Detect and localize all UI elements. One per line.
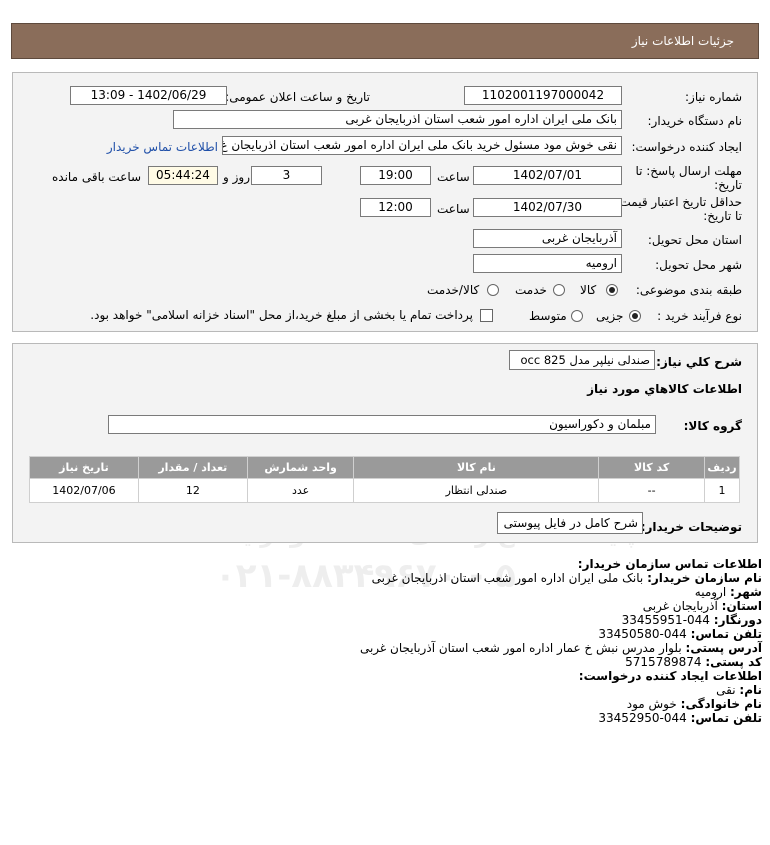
validity-label: حداقل تاریخ اعتبار قیمت: تا تاریخ: bbox=[615, 195, 742, 223]
process-option-minor: جزیی bbox=[596, 309, 624, 323]
process-option-medium: متوسط bbox=[529, 309, 567, 323]
remaining-time-label: ساعت باقی مانده bbox=[52, 170, 142, 184]
contact-fax-value: 044-33455951 bbox=[621, 613, 710, 627]
col-code: کد کالا bbox=[598, 456, 705, 479]
cell-qty: 12 bbox=[137, 478, 248, 503]
creator-phone-label: تلفن تماس: bbox=[690, 711, 762, 725]
contact-title: اطلاعات تماس سازمان خریدار: bbox=[577, 557, 762, 571]
creator-name-value: نقی bbox=[716, 683, 736, 697]
validity-date-field[interactable]: 1402/07/30 bbox=[473, 198, 622, 217]
buyer-notes-label: توضیحات خریدار: bbox=[640, 520, 742, 534]
category-radio-service[interactable] bbox=[553, 284, 565, 296]
contact-city-line: شهر: ارومیه bbox=[695, 585, 762, 599]
contact-province-line: استان: آذربایجان غربی bbox=[643, 599, 762, 613]
contact-province-value: آذربایجان غربی bbox=[642, 599, 718, 613]
contact-org-label: نام سازمان خریدار: bbox=[647, 571, 762, 585]
contact-postal-value: 5715789874 bbox=[625, 655, 702, 669]
contact-province-label: استان: bbox=[721, 599, 762, 613]
creator-family-line: نام خانوادگی: خوش مود bbox=[627, 697, 762, 711]
contact-phone-label: تلفن تماس: bbox=[690, 627, 762, 641]
cell-code: -- bbox=[598, 478, 705, 503]
contact-postal-line: کد پستی: 5715789874 bbox=[625, 655, 762, 669]
creator-name-label: نام: bbox=[739, 683, 762, 697]
creator-phone-value: 044-33452950 bbox=[598, 711, 687, 725]
deadline-time-field[interactable]: 19:00 bbox=[360, 166, 431, 185]
category-option-goods: کالا bbox=[580, 283, 597, 297]
table-row[interactable]: 1 -- صندلی انتظار عدد 12 1402/07/06 bbox=[29, 478, 741, 503]
process-radio-minor[interactable] bbox=[629, 310, 641, 322]
creator-family-label: نام خانوادگی: bbox=[680, 697, 762, 711]
category-label: طبقه بندی موضوعی: bbox=[635, 283, 742, 297]
goods-group-field[interactable]: مبلمان و دکوراسیون bbox=[108, 415, 656, 434]
contact-org-line: نام سازمان خریدار: بانک ملی ایران اداره … bbox=[372, 571, 762, 585]
col-qty: تعداد / مقدار bbox=[137, 456, 248, 479]
creator-family-value: خوش مود bbox=[626, 697, 677, 711]
category-option-goods-service: کالا/خدمت bbox=[427, 283, 480, 297]
announce-datetime-label: تاریخ و ساعت اعلان عمومی: bbox=[225, 90, 370, 104]
deadline-label: مهلت ارسال پاسخ: تا تاریخ: bbox=[635, 164, 742, 192]
validity-time-field[interactable]: 12:00 bbox=[360, 198, 431, 217]
contact-city-label: شهر: bbox=[730, 585, 762, 599]
delivery-province-field[interactable]: آذربایجان غربی bbox=[473, 229, 622, 248]
col-date: تاریخ نیاز bbox=[29, 456, 139, 479]
col-unit: واحد شمارش bbox=[246, 456, 355, 479]
deadline-days-label: روز و bbox=[223, 170, 250, 184]
category-option-service: خدمت bbox=[515, 283, 547, 297]
category-radio-goods-service[interactable] bbox=[487, 284, 499, 296]
contact-address-label: آدرس پستی: bbox=[685, 641, 762, 655]
remaining-time-field: 05:44:24 bbox=[148, 166, 218, 185]
cell-name: صندلی انتظار bbox=[353, 478, 600, 503]
treasury-docs-checkbox[interactable] bbox=[480, 309, 493, 322]
delivery-city-label: شهر محل تحویل: bbox=[655, 258, 742, 272]
contact-org-value: بانک ملی ایران اداره امور شعب استان اذرب… bbox=[371, 571, 644, 585]
contact-postal-label: کد پستی: bbox=[705, 655, 762, 669]
need-number-label: شماره نیاز: bbox=[685, 90, 742, 104]
announce-datetime-field[interactable]: 1402/06/29 - 13:09 bbox=[70, 86, 227, 105]
delivery-province-label: استان محل تحویل: bbox=[647, 233, 742, 247]
contact-fax-line: دورنگار: 044-33455951 bbox=[622, 613, 762, 627]
goods-table: ردیف کد کالا نام کالا واحد شمارش تعداد /… bbox=[29, 456, 741, 503]
page-title: جزئیات اطلاعات نیاز bbox=[631, 34, 734, 48]
requester-field[interactable]: نقی خوش مود مسئول خرید بانک ملی ایران اد… bbox=[222, 136, 622, 155]
col-row: ردیف bbox=[703, 456, 741, 479]
cell-date: 1402/07/06 bbox=[29, 478, 139, 503]
need-number-field[interactable]: 1102001197000042 bbox=[464, 86, 622, 105]
col-name: نام کالا bbox=[353, 456, 600, 479]
process-radio-medium[interactable] bbox=[571, 310, 583, 322]
contact-phone-line: تلفن تماس: 044-33450580 bbox=[598, 627, 762, 641]
contact-address-line: آدرس پستی: بلوار مدرس نبش خ عمار اداره ا… bbox=[360, 641, 762, 655]
summary-panel bbox=[12, 343, 758, 543]
cell-row: 1 bbox=[703, 478, 741, 503]
requester-label: ایجاد کننده درخواست: bbox=[631, 140, 742, 154]
goods-group-label: گروه کالا: bbox=[683, 419, 742, 433]
deadline-days-field[interactable]: 3 bbox=[251, 166, 322, 185]
treasury-docs-text: پرداخت تمام یا بخشی از مبلغ خرید،از محل … bbox=[90, 308, 473, 322]
contact-city-value: ارومیه bbox=[694, 585, 727, 599]
delivery-city-field[interactable]: ارومیه bbox=[473, 254, 622, 273]
deadline-time-label: ساعت bbox=[437, 170, 470, 184]
deadline-date-field[interactable]: 1402/07/01 bbox=[473, 166, 622, 185]
summary-field[interactable]: صندلی نیلپر مدل occ 825 bbox=[509, 350, 655, 370]
contact-fax-label: دورنگار: bbox=[713, 613, 762, 627]
validity-time-label: ساعت bbox=[437, 202, 470, 216]
creator-name-line: نام: نقی bbox=[716, 683, 762, 697]
page-header: جزئیات اطلاعات نیاز bbox=[11, 23, 759, 59]
goods-table-header: ردیف کد کالا نام کالا واحد شمارش تعداد /… bbox=[29, 456, 741, 479]
buyer-contact-link[interactable]: اطلاعات تماس خریدار bbox=[107, 140, 218, 154]
buyer-org-field[interactable]: بانک ملی ایران اداره امور شعب استان اذرب… bbox=[173, 110, 622, 129]
contact-address-value: بلوار مدرس نبش خ عمار اداره امور شعب است… bbox=[359, 641, 682, 655]
cell-unit: عدد bbox=[246, 478, 355, 503]
process-label: نوع فرآیند خرید : bbox=[657, 309, 742, 323]
creator-title: اطلاعات ایجاد کننده درخواست: bbox=[578, 669, 762, 683]
buyer-notes-field[interactable]: شرح کامل در فایل پیوستی bbox=[497, 512, 643, 534]
category-radio-goods[interactable] bbox=[606, 284, 618, 296]
buyer-org-label: نام دستگاه خریدار: bbox=[647, 114, 743, 128]
summary-label: شرح کلي نياز: bbox=[656, 355, 742, 369]
creator-phone-line: تلفن تماس: 044-33452950 bbox=[598, 711, 762, 725]
goods-info-title: اطلاعات کالاهاي مورد نياز bbox=[587, 382, 742, 396]
contact-phone-value: 044-33450580 bbox=[598, 627, 687, 641]
